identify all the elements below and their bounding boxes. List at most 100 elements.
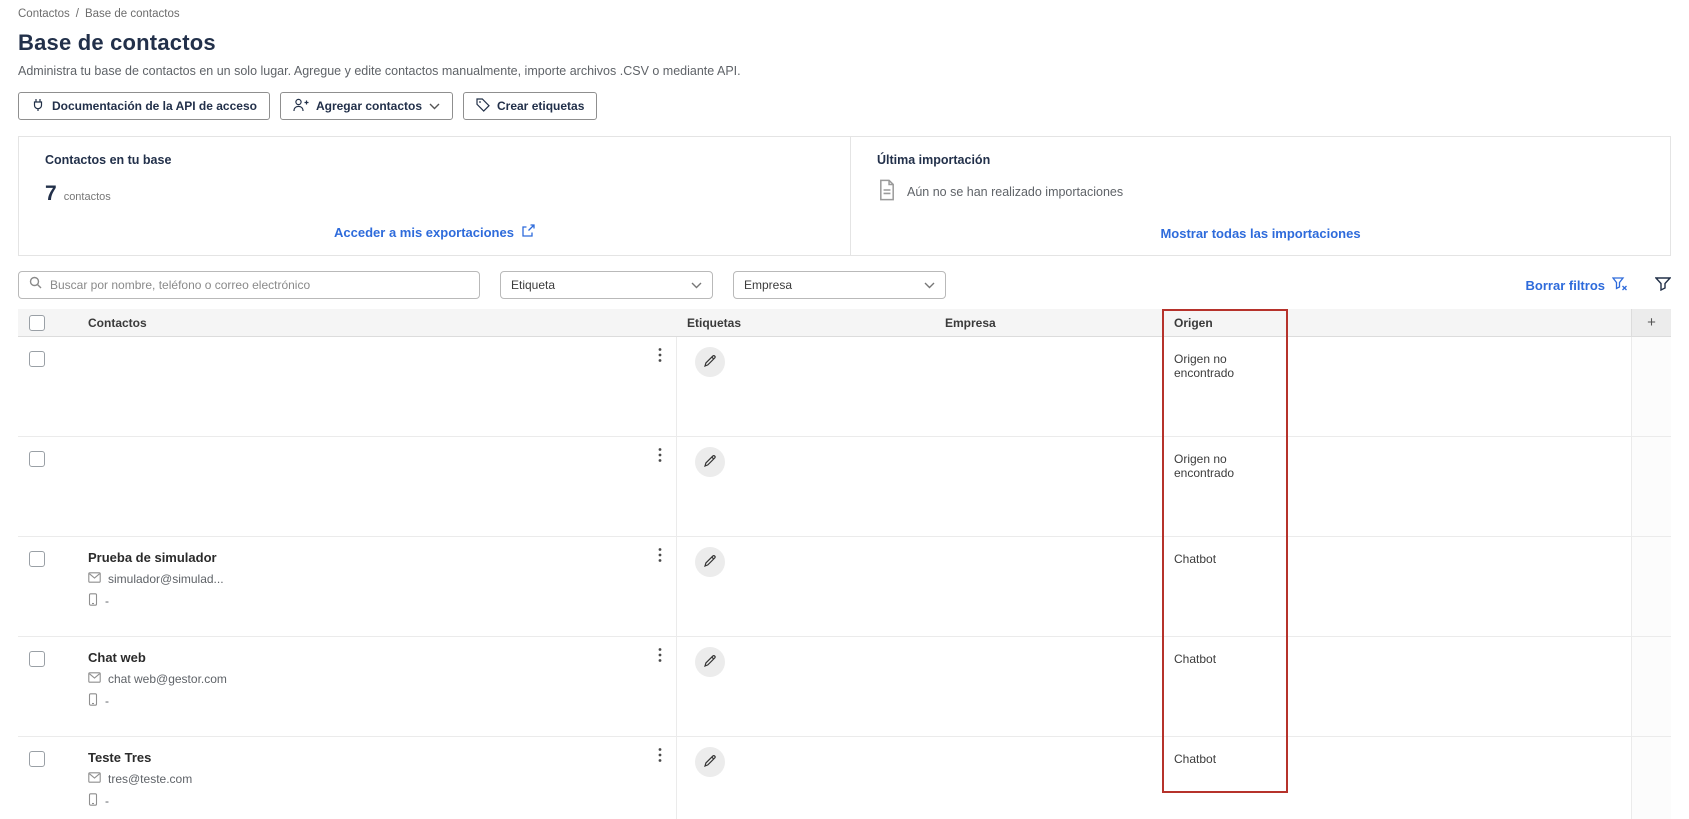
contact-cell: Prueba de simulador simulador@simulad...… [64, 537, 677, 636]
table-row[interactable]: Prueba de simulador simulador@simulad...… [18, 537, 1671, 637]
header-contacts: Contactos [88, 315, 147, 330]
imports-summary-panel: Última importación Aún no se han realiza… [851, 137, 1670, 255]
contact-email-line: chat web@gestor.com [88, 672, 650, 686]
company-cell [935, 537, 1162, 636]
tags-cell [677, 637, 935, 736]
row-checkbox-cell [18, 637, 64, 736]
edit-tags-button[interactable] [695, 547, 725, 577]
contact-email: tres@teste.com [108, 772, 193, 786]
add-column-cell [1631, 437, 1671, 536]
phone-icon [88, 693, 98, 709]
filter-settings-button[interactable] [1654, 276, 1672, 294]
origin-cell: Chatbot [1162, 637, 1288, 736]
add-contacts-label: Agregar contactos [315, 99, 422, 113]
select-all-checkbox[interactable] [29, 314, 45, 331]
exports-link[interactable]: Acceder a mis exportaciones [334, 224, 535, 241]
edit-tags-button[interactable] [695, 347, 725, 377]
kebab-menu-icon[interactable] [654, 545, 666, 570]
person-add-icon [293, 98, 309, 115]
pencil-icon [703, 554, 717, 571]
kebab-menu-icon[interactable] [654, 645, 666, 670]
search-icon [29, 276, 42, 294]
contact-email: chat web@gestor.com [108, 672, 227, 686]
api-docs-button[interactable]: Documentación de la API de acceso [18, 92, 270, 120]
clear-filters-link[interactable]: Borrar filtros [1525, 276, 1627, 294]
contact-cell: Chat web chat web@gestor.com - [64, 637, 677, 736]
breadcrumb: Contactos / Base de contactos [18, 0, 1671, 20]
row-checkbox-cell [18, 437, 64, 536]
select-all-cell [18, 314, 64, 331]
kebab-menu-icon[interactable] [654, 345, 666, 370]
kebab-menu-icon[interactable] [654, 445, 666, 470]
search-box [18, 271, 480, 299]
phone-icon [88, 593, 98, 609]
row-checkbox[interactable] [29, 351, 45, 367]
contact-phone-line: - [88, 793, 650, 809]
origin-cell: Chatbot [1162, 537, 1288, 636]
contacts-summary-panel: Contactos en tu base 7 contactos Acceder… [19, 137, 851, 255]
add-column-cell [1631, 537, 1671, 636]
header-tags: Etiquetas [687, 315, 742, 330]
table-row[interactable]: Chat web chat web@gestor.com - Chatbot [18, 637, 1671, 737]
origin-cell: Origen no encontrado [1162, 437, 1288, 536]
pencil-icon [703, 354, 717, 371]
origin-value: Chatbot [1174, 652, 1217, 666]
clear-filters-label: Borrar filtros [1525, 277, 1605, 293]
funnel-clear-icon [1611, 276, 1627, 294]
edit-tags-button[interactable] [695, 647, 725, 677]
row-checkbox[interactable] [29, 751, 45, 767]
origin-value: Origen no encontrado [1174, 352, 1235, 380]
contact-email-line: tres@teste.com [88, 772, 650, 786]
edit-tags-button[interactable] [695, 447, 725, 477]
table-row[interactable]: Origen no encontrado [18, 337, 1671, 437]
contact-phone-line: - [88, 593, 650, 609]
row-checkbox-cell [18, 337, 64, 436]
table-row[interactable]: Teste Tres tres@teste.com - Chatbot [18, 737, 1671, 819]
tag-filter-label: Etiqueta [511, 278, 556, 292]
toolbar: Documentación de la API de acceso Agrega… [18, 92, 1671, 120]
pencil-icon [703, 454, 717, 471]
show-all-imports-link[interactable]: Mostrar todas las importaciones [1160, 226, 1360, 241]
contacts-count: 7 [45, 182, 57, 205]
row-spacer [1288, 537, 1631, 636]
origin-value: Chatbot [1174, 552, 1217, 566]
imports-empty-message: Aún no se han realizado importaciones [907, 184, 1124, 199]
contact-phone: - [105, 794, 109, 808]
origin-value: Origen no encontrado [1174, 452, 1235, 480]
phone-icon [88, 793, 98, 809]
row-checkbox[interactable] [29, 451, 45, 467]
edit-tags-button[interactable] [695, 747, 725, 777]
breadcrumb-current: Base de contactos [84, 8, 180, 20]
exports-link-label: Acceder a mis exportaciones [334, 225, 514, 240]
row-checkbox-cell [18, 737, 64, 819]
contacts-count-unit: contactos [63, 191, 111, 203]
row-checkbox[interactable] [29, 651, 45, 667]
kebab-menu-icon[interactable] [654, 745, 666, 770]
row-spacer [1288, 637, 1631, 736]
create-tags-button[interactable]: Crear etiquetas [463, 92, 598, 120]
table-header: Contactos Etiquetas Empresa Origen + [18, 309, 1671, 337]
row-checkbox[interactable] [29, 551, 45, 567]
contact-name: Prueba de simulador [88, 550, 217, 565]
table-body: Origen no encontrado Origen no encontrad… [18, 337, 1671, 819]
tag-icon [476, 97, 490, 115]
table-row[interactable]: Origen no encontrado [18, 437, 1671, 537]
page-subtitle: Administra tu base de contactos en un so… [18, 64, 741, 78]
company-filter-select[interactable]: Empresa [733, 271, 946, 299]
filters-right: Borrar filtros [1525, 276, 1672, 294]
tag-filter-select[interactable]: Etiqueta [500, 271, 713, 299]
origin-cell: Chatbot [1162, 737, 1288, 819]
search-input[interactable] [50, 278, 469, 292]
row-spacer [1288, 737, 1631, 819]
company-filter-label: Empresa [744, 278, 793, 292]
contacts-summary-title: Contactos en tu base [45, 153, 172, 167]
contacts-page: Contactos / Base de contactos Base de co… [0, 0, 1689, 819]
contact-phone: - [105, 694, 109, 708]
tags-cell [677, 537, 935, 636]
add-column-button[interactable]: + [1631, 309, 1671, 336]
breadcrumb-contactos[interactable]: Contactos [18, 8, 70, 20]
row-spacer [1288, 337, 1631, 436]
add-contacts-button[interactable]: Agregar contactos [279, 92, 453, 120]
email-icon [88, 772, 101, 786]
row-spacer [1288, 437, 1631, 536]
